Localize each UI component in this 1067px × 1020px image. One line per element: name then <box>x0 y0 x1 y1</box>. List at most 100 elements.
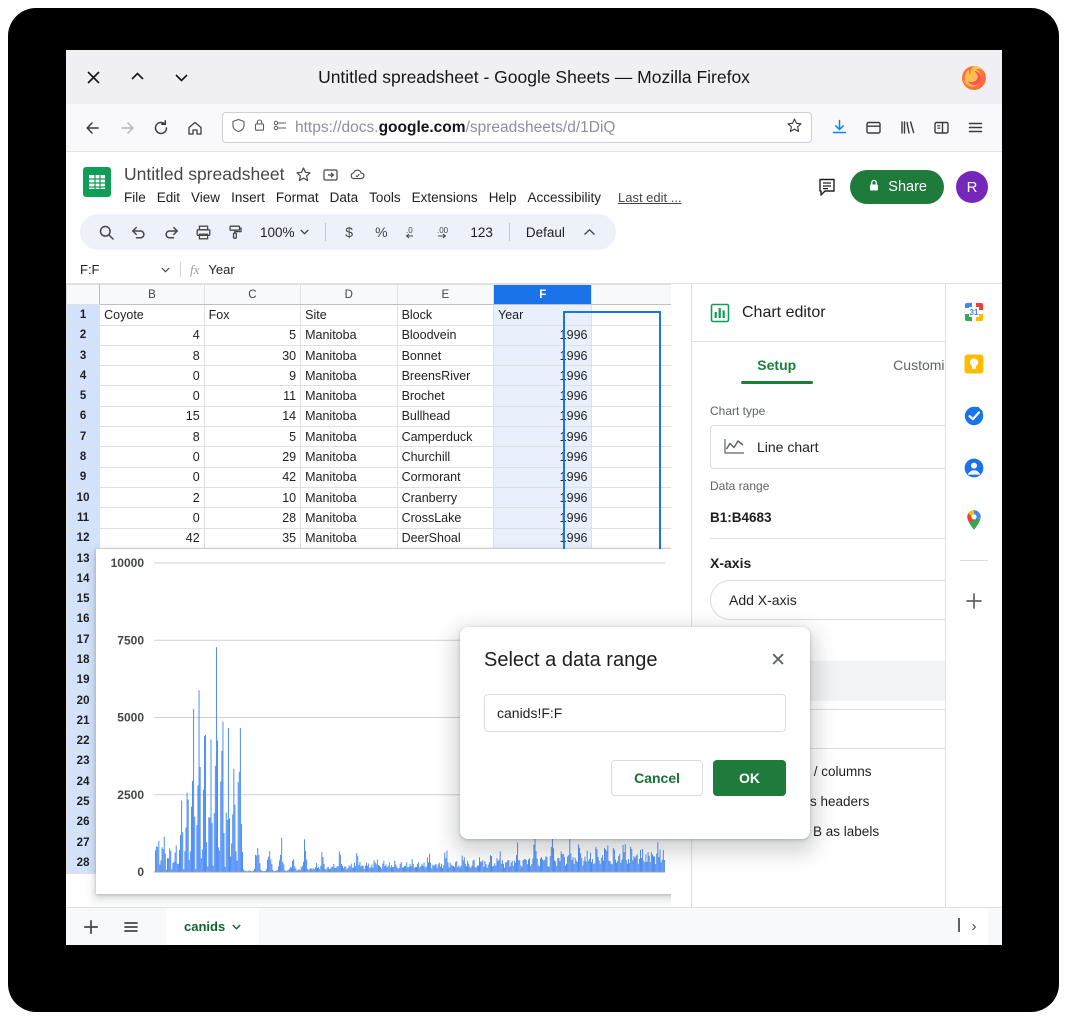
name-box[interactable]: F:F <box>80 262 176 277</box>
cell-e12[interactable]: DeerShoal <box>396 527 495 549</box>
row-header-18[interactable]: 18 <box>66 649 101 671</box>
cell-c4[interactable]: 9 <box>203 365 302 387</box>
cell-e4[interactable]: BreensRiver <box>396 365 495 387</box>
cell-b3[interactable]: 8 <box>99 344 205 367</box>
cell-g3[interactable] <box>591 344 671 367</box>
cell-b4[interactable]: 0 <box>99 365 205 387</box>
cell-g7[interactable] <box>591 426 671 448</box>
keep-icon[interactable] <box>962 352 986 376</box>
cell-d12[interactable]: Manitoba <box>300 527 398 549</box>
cell-g12[interactable] <box>591 527 671 549</box>
formula-content[interactable]: Year <box>208 262 234 277</box>
maximize-icon[interactable] <box>168 64 194 90</box>
row-header-15[interactable]: 15 <box>66 588 101 610</box>
minimize-icon[interactable] <box>124 64 150 90</box>
row-header-8[interactable]: 8 <box>66 446 101 468</box>
cell-b11[interactable]: 0 <box>99 507 205 529</box>
tab-setup[interactable]: Setup <box>702 342 852 384</box>
share-button[interactable]: Share <box>850 170 944 204</box>
search-icon[interactable] <box>92 218 121 246</box>
cell-b1[interactable]: Coyote <box>99 304 205 326</box>
cell-c11[interactable]: 28 <box>203 507 302 529</box>
cell-d8[interactable]: Manitoba <box>300 446 398 468</box>
cell-d10[interactable]: Manitoba <box>300 486 398 509</box>
menu-view[interactable]: View <box>191 190 220 205</box>
reload-icon[interactable] <box>146 113 176 143</box>
all-sheets-icon[interactable] <box>120 916 142 938</box>
bookmark-star-icon[interactable] <box>786 117 803 139</box>
print-icon[interactable] <box>189 218 218 246</box>
cell-d7[interactable]: Manitoba <box>300 426 398 448</box>
maps-icon[interactable] <box>962 508 986 532</box>
cell-f1[interactable]: Year <box>493 304 593 326</box>
doc-name[interactable]: Untitled spreadsheet <box>124 164 285 185</box>
sidebar-toggle-icon[interactable] <box>926 113 956 143</box>
row-header-14[interactable]: 14 <box>66 568 101 590</box>
app-menu-icon[interactable] <box>960 113 990 143</box>
row-header-9[interactable]: 9 <box>66 466 101 488</box>
column-header-f[interactable]: F <box>493 284 593 306</box>
cell-e7[interactable]: Camperduck <box>396 426 495 448</box>
row-header-12[interactable]: 12 <box>66 527 101 549</box>
cell-c12[interactable]: 35 <box>203 527 302 549</box>
cell-b7[interactable]: 8 <box>99 426 205 448</box>
row-header-16[interactable]: 16 <box>66 608 101 631</box>
library-icon[interactable] <box>892 113 922 143</box>
collapse-toolbar-icon[interactable] <box>575 218 604 246</box>
cell-e5[interactable]: Brochet <box>396 385 495 407</box>
zoom-selector[interactable]: 100% <box>253 218 316 246</box>
cell-f2[interactable]: 1996 <box>493 324 593 346</box>
back-icon[interactable] <box>78 113 108 143</box>
cell-d4[interactable]: Manitoba <box>300 365 398 387</box>
add-app-icon[interactable] <box>962 589 986 613</box>
cell-g1[interactable] <box>591 304 671 326</box>
row-header-6[interactable]: 6 <box>66 405 101 428</box>
cell-d1[interactable]: Site <box>300 304 398 326</box>
menu-tools[interactable]: Tools <box>369 190 401 205</box>
row-header-10[interactable]: 10 <box>66 486 101 509</box>
row-header-1[interactable]: 1 <box>66 304 101 326</box>
redo-icon[interactable] <box>156 218 185 246</box>
row-header-21[interactable]: 21 <box>66 710 101 732</box>
contacts-icon[interactable] <box>962 456 986 480</box>
calendar-icon[interactable]: 31 <box>962 300 986 324</box>
cell-c2[interactable]: 5 <box>203 324 302 346</box>
cell-e9[interactable]: Cormorant <box>396 466 495 488</box>
menu-edit[interactable]: Edit <box>157 190 180 205</box>
cell-c10[interactable]: 10 <box>203 486 302 509</box>
cell-c9[interactable]: 42 <box>203 466 302 488</box>
cell-f5[interactable]: 1996 <box>493 385 593 407</box>
percent-format-button[interactable]: % <box>367 218 396 246</box>
data-range-input[interactable] <box>484 694 786 732</box>
cell-e3[interactable]: Bonnet <box>396 344 495 367</box>
avatar[interactable]: R <box>956 171 988 203</box>
home-icon[interactable] <box>180 113 210 143</box>
cell-f11[interactable]: 1996 <box>493 507 593 529</box>
expand-side-rail-icon[interactable]: › <box>960 907 988 945</box>
cell-g5[interactable] <box>591 385 671 407</box>
downloads-icon[interactable] <box>824 113 854 143</box>
cell-d6[interactable]: Manitoba <box>300 405 398 428</box>
cell-g2[interactable] <box>591 324 671 346</box>
row-header-22[interactable]: 22 <box>66 730 101 752</box>
menu-data[interactable]: Data <box>330 190 359 205</box>
cell-d11[interactable]: Manitoba <box>300 507 398 529</box>
currency-format-button[interactable]: $ <box>335 218 364 246</box>
cell-g9[interactable] <box>591 466 671 488</box>
column-header-c[interactable]: C <box>203 284 302 306</box>
more-formats-button[interactable]: 123 <box>463 218 500 246</box>
row-header-27[interactable]: 27 <box>66 832 101 854</box>
cell-e6[interactable]: Bullhead <box>396 405 495 428</box>
cell-g10[interactable] <box>591 486 671 509</box>
decrease-decimal-button[interactable]: .0 <box>399 218 428 246</box>
paint-format-icon[interactable] <box>221 218 250 246</box>
menu-accessibility[interactable]: Accessibility <box>527 190 601 205</box>
row-header-26[interactable]: 26 <box>66 811 101 834</box>
cell-f9[interactable]: 1996 <box>493 466 593 488</box>
cell-b12[interactable]: 42 <box>99 527 205 549</box>
cell-f8[interactable]: 1996 <box>493 446 593 468</box>
cell-d5[interactable]: Manitoba <box>300 385 398 407</box>
star-icon[interactable] <box>295 166 312 183</box>
cell-b8[interactable]: 0 <box>99 446 205 468</box>
row-header-3[interactable]: 3 <box>66 344 101 367</box>
